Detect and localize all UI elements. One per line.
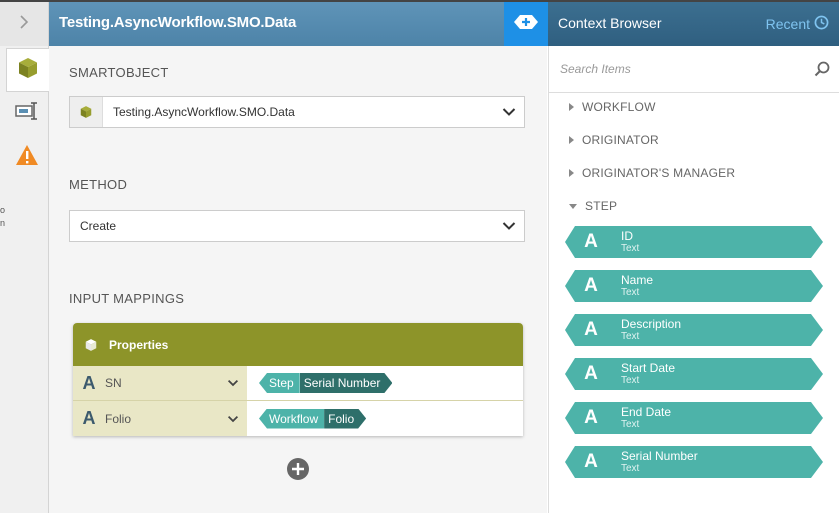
text-type-icon: A xyxy=(82,372,96,393)
context-field-start-date[interactable]: A Start Date Text xyxy=(565,358,823,390)
smartobject-label: SMARTOBJECT xyxy=(69,65,169,80)
plus-circle-icon xyxy=(286,458,310,485)
tab-input-field[interactable] xyxy=(6,92,48,134)
tree-item-label: STEP xyxy=(585,199,618,213)
clock-icon xyxy=(814,15,829,33)
context-field-name[interactable]: A Name Text xyxy=(565,270,823,302)
text-type-icon: A xyxy=(584,231,598,252)
smartobject-select[interactable]: Testing.AsyncWorkflow.SMO.Data xyxy=(69,96,525,128)
properties-group-header[interactable]: Properties xyxy=(73,323,523,366)
method-select-value: Create xyxy=(80,219,117,233)
token-field: Folio xyxy=(324,409,366,429)
expand-triangle-icon xyxy=(569,103,574,111)
add-mapping-button[interactable] xyxy=(286,457,310,486)
mapping-row: A SN Step Serial Number xyxy=(73,366,523,401)
properties-title: Properties xyxy=(109,337,169,352)
tree-item-label: ORIGINATOR xyxy=(582,133,659,147)
mapping-row: A Folio Workflow Folio xyxy=(73,401,523,436)
context-field-end-date[interactable]: A End Date Text xyxy=(565,402,823,434)
properties-cube-icon xyxy=(73,338,109,352)
left-rail: o n xyxy=(0,2,49,513)
chevron-down-icon[interactable] xyxy=(494,107,524,117)
mapping-property-name: Folio xyxy=(105,411,132,426)
context-browser-panel: Search Items WORKFLOW ORIGINATOR ORIGINA… xyxy=(548,46,839,513)
search-icon[interactable] xyxy=(804,61,839,77)
field-type: Text xyxy=(621,331,640,342)
context-browser-header: Context Browser Recent xyxy=(548,2,839,46)
text-type-icon: A xyxy=(82,408,96,428)
page-title: Testing.AsyncWorkflow.SMO.Data xyxy=(59,14,297,31)
method-select[interactable]: Create xyxy=(69,210,525,242)
text-type-icon: A xyxy=(584,407,598,428)
recent-label: Recent xyxy=(765,16,810,32)
token-field: Serial Number xyxy=(300,373,393,393)
expand-triangle-icon xyxy=(569,169,574,177)
token-context: Workflow xyxy=(259,408,325,429)
field-name: Start Date xyxy=(621,361,676,375)
chevron-right-icon xyxy=(18,13,30,36)
text-type-icon: A xyxy=(584,363,598,384)
add-button[interactable] xyxy=(504,2,548,46)
chevron-down-icon[interactable] xyxy=(219,415,247,423)
field-name: Name xyxy=(621,273,654,287)
tab-warnings[interactable] xyxy=(6,136,48,178)
smartobject-select-value: Testing.AsyncWorkflow.SMO.Data xyxy=(113,105,295,119)
context-field-serial-number[interactable]: A Serial Number Text xyxy=(565,446,823,478)
tab-smartobject[interactable] xyxy=(6,48,49,92)
field-type: Text xyxy=(621,419,640,430)
search-input[interactable]: Search Items xyxy=(549,62,804,76)
configuration-panel: SMARTOBJECT Testing.AsyncWorkflow.SMO.Da… xyxy=(49,46,547,513)
expand-triangle-icon xyxy=(569,136,574,144)
chevron-down-icon[interactable] xyxy=(219,379,247,387)
tree-item-step[interactable]: STEP xyxy=(569,199,617,213)
field-name: Serial Number xyxy=(621,449,698,463)
field-type: Text xyxy=(621,375,640,386)
context-search-bar: Search Items xyxy=(549,46,839,93)
mapping-property-name: SN xyxy=(105,376,122,390)
context-field-id[interactable]: A ID Text xyxy=(565,226,823,258)
text-type-icon: A xyxy=(584,319,598,340)
input-mappings-label: INPUT MAPPINGS xyxy=(69,291,185,306)
panel-header: Testing.AsyncWorkflow.SMO.Data xyxy=(49,2,505,46)
chevron-down-icon[interactable] xyxy=(494,221,524,231)
field-type: Text xyxy=(621,287,640,298)
recent-button[interactable]: Recent xyxy=(766,15,829,33)
mapping-value-cell[interactable]: Workflow Folio xyxy=(247,401,523,436)
expand-rail-button[interactable] xyxy=(0,2,48,46)
tree-item-label: ORIGINATOR'S MANAGER xyxy=(582,166,736,180)
collapse-triangle-icon xyxy=(569,203,577,209)
method-label: METHOD xyxy=(69,177,128,192)
smartobject-cube-icon xyxy=(70,97,103,127)
mapping-token[interactable]: Workflow Folio xyxy=(259,408,366,429)
field-name: Description xyxy=(621,317,682,331)
tree-item-workflow[interactable]: WORKFLOW xyxy=(569,100,656,114)
field-name: ID xyxy=(621,229,633,243)
field-name: End Date xyxy=(621,405,672,419)
field-type: Text xyxy=(621,463,640,474)
rail-text-fragment: n xyxy=(0,218,6,228)
warning-icon xyxy=(15,144,39,171)
context-browser-title: Context Browser xyxy=(558,15,662,31)
field-type: Text xyxy=(621,243,640,254)
rail-text-fragment: o xyxy=(0,205,6,215)
add-plus-icon xyxy=(514,14,538,34)
input-mappings-table: Properties A SN Step Serial Number A Fol… xyxy=(73,323,523,436)
smartobject-cube-icon xyxy=(16,56,40,85)
tree-item-originator[interactable]: ORIGINATOR xyxy=(569,133,659,147)
mapping-value-cell[interactable]: Step Serial Number xyxy=(247,366,523,400)
token-context: Step xyxy=(259,373,300,393)
context-field-description[interactable]: A Description Text xyxy=(565,314,823,346)
tree-item-originators-manager[interactable]: ORIGINATOR'S MANAGER xyxy=(569,166,735,180)
input-field-icon xyxy=(14,100,40,127)
text-type-icon: A xyxy=(584,275,598,296)
text-type-icon: A xyxy=(584,451,598,472)
tree-item-label: WORKFLOW xyxy=(582,100,656,114)
mapping-property-cell: A Folio xyxy=(73,401,247,436)
mapping-token[interactable]: Step Serial Number xyxy=(259,373,392,393)
mapping-property-cell: A SN xyxy=(73,366,247,400)
